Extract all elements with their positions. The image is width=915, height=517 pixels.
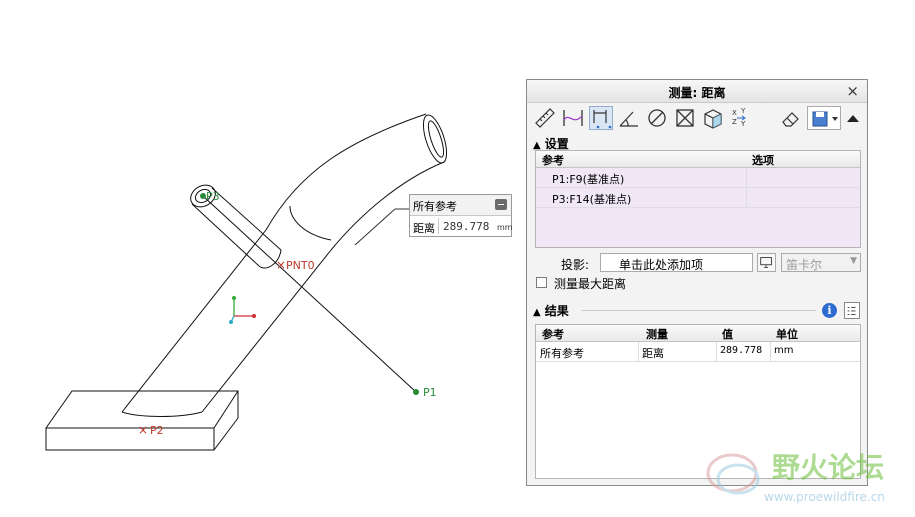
- settings-row-ref: P1:F9(基准点): [552, 173, 625, 186]
- area-tool-icon[interactable]: [673, 106, 697, 130]
- arm-edges: [121, 229, 332, 413]
- angle-tool-icon[interactable]: [617, 106, 641, 130]
- coord-system-select[interactable]: 笛卡尔 ▼: [781, 253, 861, 272]
- svg-text:Z: Z: [732, 118, 737, 126]
- projection-input[interactable]: 单击此处添加项: [600, 253, 753, 272]
- max-distance-checkbox[interactable]: [536, 277, 547, 288]
- eraser-icon[interactable]: [779, 106, 803, 130]
- p1-label: P1: [423, 386, 437, 399]
- settings-row[interactable]: P1:F9(基准点): [536, 168, 860, 188]
- results-col-measure: 测量: [646, 328, 668, 341]
- callout-value: 289.778: [443, 220, 490, 233]
- max-distance-label: 测量最大距离: [554, 277, 627, 291]
- svg-text:Y: Y: [740, 120, 746, 128]
- tube-end-outer: [422, 114, 448, 164]
- close-icon[interactable]: ×: [846, 82, 859, 100]
- callout-value-box: 289.778: [438, 218, 505, 234]
- results-row-ref: 所有参考: [540, 347, 584, 360]
- callout-header: 所有参考: [410, 195, 511, 216]
- p3-label: P3: [206, 190, 220, 203]
- chevron-down-icon: ▼: [850, 256, 857, 266]
- callout-leader-diag: [354, 208, 396, 246]
- watermark-text: 野火论坛: [772, 451, 884, 484]
- projection-placeholder: 单击此处添加项: [619, 258, 704, 272]
- results-col-ref: 参考: [542, 328, 564, 341]
- watermark-url: www.proewildfire.cn: [764, 490, 885, 504]
- distance-tool-icon[interactable]: [589, 106, 613, 130]
- projection-label: 投影:: [561, 258, 590, 272]
- details-icon[interactable]: [844, 302, 860, 319]
- results-row-value: 289.778: [720, 345, 763, 356]
- results-table-header: 参考 测量 值 单位: [536, 325, 860, 342]
- results-row-measure: 距离: [642, 347, 664, 360]
- screen-icon[interactable]: [757, 253, 776, 272]
- tube-end-inner: [427, 120, 445, 158]
- results-header-label: 结果: [544, 304, 569, 318]
- forum-watermark: 野火论坛 www.proewildfire.cn: [702, 443, 915, 514]
- p2-label: P2: [150, 424, 164, 437]
- callout-title: 所有参考: [413, 200, 457, 213]
- results-row-unit: mm: [774, 345, 794, 356]
- measure-callout[interactable]: 所有参考 距离 289.778 mm: [409, 194, 513, 237]
- save-icon[interactable]: [807, 106, 841, 130]
- results-divider: [582, 310, 816, 311]
- transform-tool-icon[interactable]: XYZY: [729, 106, 753, 130]
- measure-panel: 测量: 距离 × XYZY ▲ 设置 参考 选项 P1:F9(基准点) P3:F…: [526, 79, 868, 486]
- coord-system-value: 笛卡尔: [786, 258, 823, 272]
- results-row[interactable]: 所有参考 距离 289.778 mm: [536, 342, 860, 362]
- volume-tool-icon[interactable]: [701, 106, 725, 130]
- base-block-edges: [46, 390, 239, 450]
- info-icon[interactable]: i: [822, 303, 837, 318]
- measure-line: [202, 195, 417, 393]
- results-col-value: 值: [722, 328, 733, 341]
- settings-table: 参考 选项 P1:F9(基准点) P3:F14(基准点): [535, 150, 861, 248]
- settings-col-ref: 参考: [542, 154, 564, 167]
- settings-row[interactable]: P3:F14(基准点): [536, 188, 860, 208]
- curve-tool-icon[interactable]: [561, 106, 585, 130]
- svg-text:X: X: [732, 109, 737, 117]
- settings-col-option: 选项: [752, 154, 774, 167]
- measure-toolbar: XYZY: [529, 104, 865, 132]
- p1-point: [413, 389, 419, 395]
- diameter-tool-icon[interactable]: [645, 106, 669, 130]
- pnt0-mark: ×: [276, 258, 286, 272]
- pnt0-label: PNT0: [286, 259, 315, 272]
- settings-table-header: 参考 选项: [536, 151, 860, 168]
- results-col-unit: 单位: [776, 328, 798, 341]
- svg-text:Y: Y: [740, 107, 746, 115]
- results-header[interactable]: ▲ 结果: [533, 302, 569, 319]
- arm-base-curve: [121, 411, 203, 417]
- tube-seam: [289, 205, 332, 241]
- collapse-icon[interactable]: [495, 199, 507, 210]
- settings-header-label: 设置: [544, 137, 569, 151]
- callout-unit: mm: [497, 223, 513, 232]
- watermark-logo-icon: 野火论坛 www.proewildfire.cn: [706, 451, 885, 504]
- length-tool-icon[interactable]: [533, 106, 557, 130]
- panel-titlebar[interactable]: 测量: 距离 ×: [527, 80, 867, 103]
- collapse-panel-icon[interactable]: [841, 106, 865, 130]
- p2-mark: ×: [138, 423, 148, 437]
- callout-label: 距离: [413, 222, 435, 235]
- base-block: [45, 390, 239, 451]
- tube-upper-edge: [265, 113, 427, 231]
- panel-title: 测量: 距离: [668, 86, 726, 100]
- settings-row-ref: P3:F14(基准点): [552, 193, 632, 206]
